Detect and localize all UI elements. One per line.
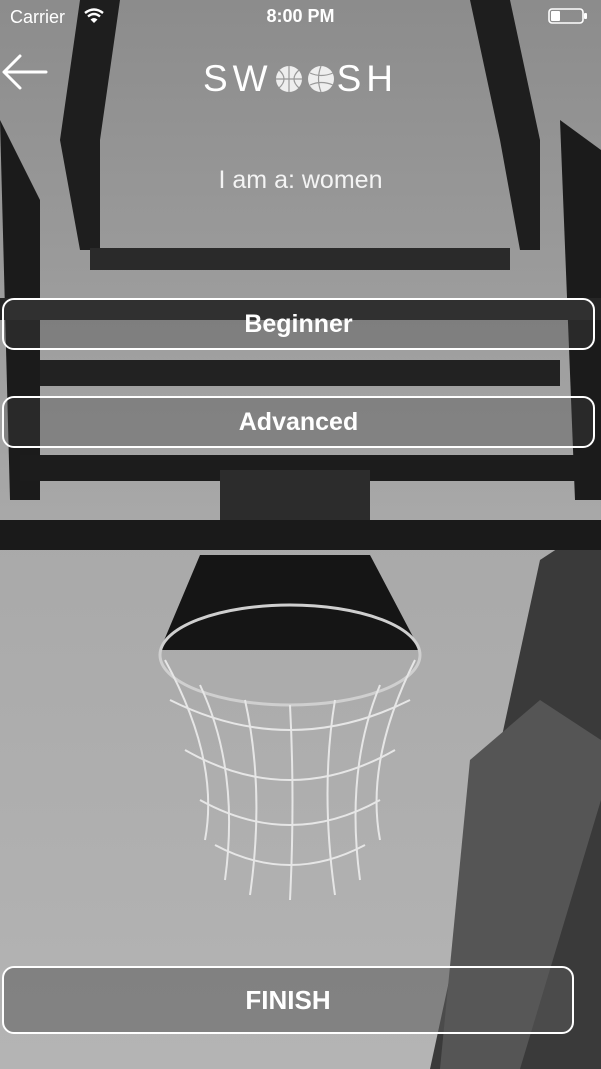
status-time: 8:00 PM: [266, 6, 335, 26]
app-logo: SW SH: [0, 58, 601, 103]
advanced-button[interactable]: Advanced: [2, 396, 595, 448]
gender-text: I am a: women: [218, 166, 383, 194]
volleyball-icon: [306, 61, 336, 103]
battery-icon: [548, 8, 587, 24]
logo-text-left: SW: [202, 58, 273, 99]
basketball-icon: [274, 61, 304, 103]
logo-text-right: SH: [336, 58, 398, 99]
status-bar: Carrier 8:00 PM: [0, 0, 601, 34]
background-photo: [0, 0, 601, 1069]
beginner-button[interactable]: Beginner: [2, 298, 595, 350]
finish-button[interactable]: FINISH: [2, 966, 574, 1034]
